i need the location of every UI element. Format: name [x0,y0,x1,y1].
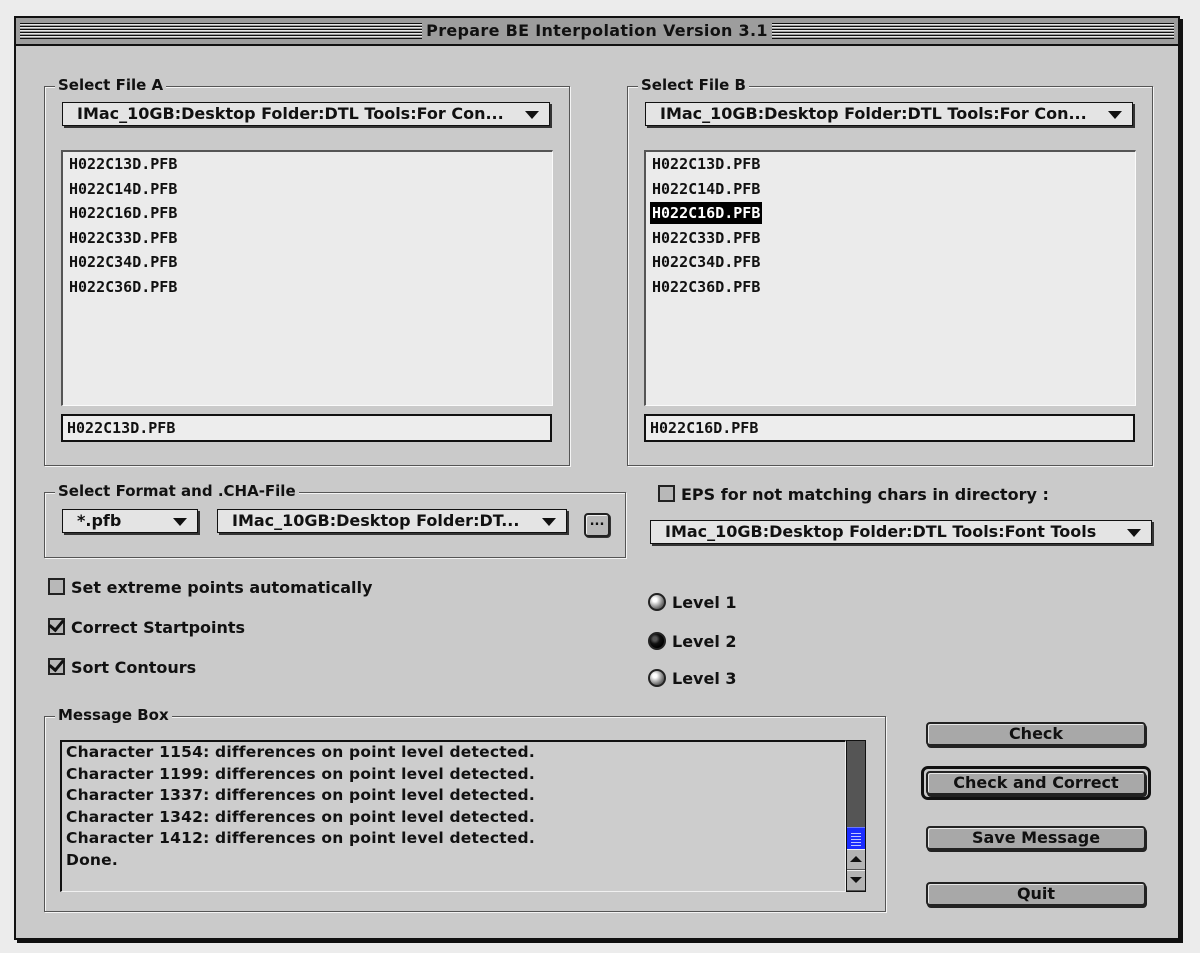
ellipsis-icon: ... [589,514,605,529]
format-group-label: Select Format and .CHA-File [55,482,299,500]
sort-contours-checkbox-label: Sort Contours [71,658,197,677]
message-box[interactable]: Character 1154: differences on point lev… [60,740,846,892]
dialog-window: Prepare BE Interpolation Version 3.1 Sel… [14,16,1180,940]
message-line: Character 1342: differences on point lev… [66,807,535,826]
arrow-up-icon [850,856,862,862]
file-list-item[interactable]: H022C34D.PFB [67,251,179,273]
eps-directory-value: IMac_10GB:Desktop Folder:DTL Tools:Font … [665,522,1097,541]
chevron-down-icon [1127,529,1141,537]
check-and-correct-button[interactable]: Check and Correct [926,771,1146,795]
file-list-item[interactable]: H022C14D.PFB [67,178,179,200]
format-popup-value: *.pfb [77,511,122,530]
level-3-radio[interactable] [648,669,666,687]
scrollbar-thumb[interactable] [847,827,865,850]
correct-startpoints-checkbox[interactable] [48,618,65,635]
message-line: Done. [66,851,118,869]
eps-checkbox[interactable] [658,485,675,502]
file-list-item[interactable]: H022C33D.PFB [650,227,762,249]
file-a-path-text: IMac_10GB:Desktop Folder:DTL Tools:For C… [77,104,504,123]
quit-label: Quit [1016,884,1056,903]
scroll-down-button[interactable] [847,870,865,890]
level-3-label: Level 3 [672,669,737,688]
file-b-list[interactable]: H022C13D.PFB H022C14D.PFB H022C16D.PFB H022… [644,150,1136,406]
file-list-item[interactable]: H022C13D.PFB [67,153,179,175]
file-list-item[interactable]: H022C36D.PFB [67,276,179,298]
file-a-filename-field[interactable]: H022C13D.PFB [61,414,552,442]
correct-startpoints-checkbox-label: Correct Startpoints [71,618,246,637]
chevron-down-icon [1108,111,1122,119]
message-line: Character 1337: differences on point lev… [66,786,535,805]
file-b-path-popup[interactable]: IMac_10GB:Desktop Folder:DTL Tools:For C… [645,102,1133,126]
chevron-down-icon [525,111,539,119]
level-1-label: Level 1 [672,593,737,612]
chevron-down-icon [173,518,187,526]
message-line: Character 1154: differences on point lev… [66,743,535,761]
file-list-item[interactable]: H022C33D.PFB [67,227,179,249]
arrow-down-icon [850,877,862,883]
message-box-group-label: Message Box [55,706,172,724]
message-scrollbar[interactable] [846,740,866,892]
correct-startpoints-checkbox-row[interactable]: Correct Startpoints [48,618,245,638]
file-list-item[interactable]: H022C36D.PFB [650,276,762,298]
scroll-up-button[interactable] [847,849,865,869]
file-a-list[interactable]: H022C13D.PFB H022C14D.PFB H022C16D.PFB H022… [61,150,553,406]
title-bar[interactable]: Prepare BE Interpolation Version 3.1 [16,18,1178,46]
file-b-filename-value: H022C16D.PFB [650,419,759,437]
save-message-label: Save Message [971,828,1101,847]
file-b-group-label: Select File B [638,76,749,94]
level-1-radio[interactable] [648,593,666,611]
check-and-correct-label: Check and Correct [953,773,1119,792]
file-b-path-text: IMac_10GB:Desktop Folder:DTL Tools:For C… [660,104,1087,123]
file-list-item[interactable]: H022C16D.PFB [67,202,179,224]
level-2-radio-row[interactable]: Level 2 [648,632,737,652]
set-extreme-points-checkbox-row[interactable]: Set extreme points automatically [48,578,372,598]
chevron-down-icon [542,518,556,526]
browse-cha-button[interactable]: ... [584,513,610,537]
format-popup[interactable]: *.pfb [62,509,198,533]
file-a-path-popup[interactable]: IMac_10GB:Desktop Folder:DTL Tools:For C… [62,102,550,126]
file-list-item[interactable]: H022C34D.PFB [650,251,762,273]
cha-file-popup-value: IMac_10GB:Desktop Folder:DT... [232,511,520,530]
level-2-radio[interactable] [648,632,666,650]
file-a-group-label: Select File A [55,76,167,94]
check-button[interactable]: Check [926,722,1146,746]
level-3-radio-row[interactable]: Level 3 [648,669,737,689]
check-button-label: Check [1008,724,1064,743]
quit-button[interactable]: Quit [926,882,1146,906]
file-a-filename-value: H022C13D.PFB [67,419,176,437]
set-extreme-points-checkbox-label: Set extreme points automatically [71,578,373,597]
sort-contours-checkbox[interactable] [48,658,65,675]
sort-contours-checkbox-row[interactable]: Sort Contours [48,658,196,678]
save-message-button[interactable]: Save Message [926,826,1146,850]
eps-directory-popup[interactable]: IMac_10GB:Desktop Folder:DTL Tools:Font … [650,520,1152,544]
message-line: Character 1199: differences on point lev… [66,764,535,783]
window-title: Prepare BE Interpolation Version 3.1 [422,21,772,40]
file-list-item[interactable]: H022C14D.PFB [650,178,762,200]
file-list-item[interactable]: H022C13D.PFB [650,153,762,175]
level-2-label: Level 2 [672,632,737,651]
message-line: Character 1412: differences on point lev… [66,829,535,848]
cha-file-popup[interactable]: IMac_10GB:Desktop Folder:DT... [217,509,567,533]
set-extreme-points-checkbox[interactable] [48,578,65,595]
level-1-radio-row[interactable]: Level 1 [648,593,737,613]
eps-checkbox-label: EPS for not matching chars in directory … [681,485,1049,504]
file-list-item[interactable]: H022C16D.PFB [650,202,763,224]
file-b-filename-field[interactable]: H022C16D.PFB [644,414,1135,442]
eps-checkbox-row[interactable]: EPS for not matching chars in directory … [658,485,1049,505]
